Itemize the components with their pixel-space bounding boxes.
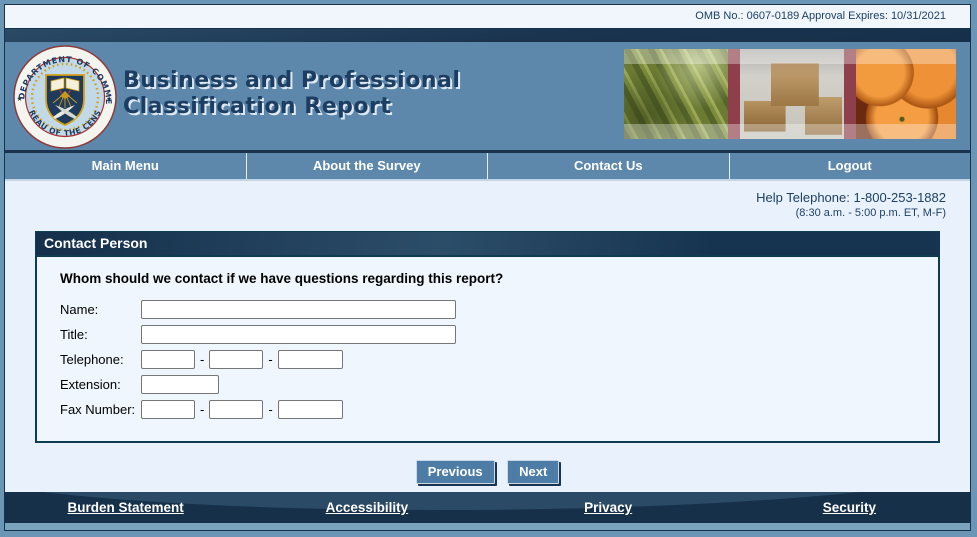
page-title: Business and Professional Classification… bbox=[123, 68, 460, 120]
panel-title: Contact Person bbox=[35, 231, 940, 255]
contact-person-panel: Contact Person Whom should we contact if… bbox=[35, 231, 940, 443]
previous-button[interactable]: Previous bbox=[416, 460, 495, 484]
nav-item-logout[interactable]: Logout bbox=[729, 153, 971, 179]
photo-separator bbox=[844, 49, 856, 139]
dash-separator: - bbox=[200, 402, 204, 417]
dash-separator: - bbox=[268, 352, 272, 367]
seal-icon: U.S. DEPARTMENT OF COMMERCE BUREAU OF TH… bbox=[13, 45, 117, 149]
help-telephone-hours: (8:30 a.m. - 5:00 p.m. ET, M-F) bbox=[5, 207, 946, 219]
footer: Burden Statement Accessibility Privacy S… bbox=[5, 492, 970, 523]
footer-link-burden-statement[interactable]: Burden Statement bbox=[5, 500, 246, 515]
dash-separator: - bbox=[200, 352, 204, 367]
extension-label: Extension: bbox=[60, 377, 141, 392]
form-navigation-buttons: Previous Next bbox=[5, 460, 970, 484]
dash-separator: - bbox=[268, 402, 272, 417]
telephone-prefix-input[interactable] bbox=[209, 350, 263, 369]
header: U.S. DEPARTMENT OF COMMERCE BUREAU OF TH… bbox=[5, 42, 970, 150]
content-area: Help Telephone: 1-800-253-1882 (8:30 a.m… bbox=[5, 181, 970, 492]
fax-label: Fax Number: bbox=[60, 402, 141, 417]
telephone-area-input[interactable] bbox=[141, 350, 195, 369]
fax-line-input[interactable] bbox=[278, 400, 343, 419]
help-telephone-number: Help Telephone: 1-800-253-1882 bbox=[5, 190, 946, 205]
star-icon: ★ bbox=[17, 95, 23, 103]
green-screws-photo bbox=[624, 49, 728, 139]
title-label: Title: bbox=[60, 327, 141, 342]
cardboard-boxes-photo bbox=[740, 49, 844, 139]
omb-text: OMB No.: 0607-0189 Approval Expires: 10/… bbox=[695, 10, 946, 22]
page: OMB No.: 0607-0189 Approval Expires: 10/… bbox=[4, 4, 971, 531]
telephone-row: Telephone: - - bbox=[60, 350, 938, 369]
fax-row: Fax Number: - - bbox=[60, 400, 938, 419]
nav-item-main-menu[interactable]: Main Menu bbox=[5, 153, 246, 179]
telephone-label: Telephone: bbox=[60, 352, 141, 367]
top-navy-band bbox=[5, 29, 970, 42]
extension-row: Extension: bbox=[60, 375, 938, 394]
telephone-line-input[interactable] bbox=[278, 350, 343, 369]
oranges-photo bbox=[856, 49, 956, 139]
nav-item-about-the-survey[interactable]: About the Survey bbox=[246, 153, 488, 179]
omb-bar: OMB No.: 0607-0189 Approval Expires: 10/… bbox=[5, 5, 970, 29]
nav-item-contact-us[interactable]: Contact Us bbox=[487, 153, 729, 179]
main-nav: Main Menu About the Survey Contact Us Lo… bbox=[5, 150, 970, 181]
extension-input[interactable] bbox=[141, 375, 219, 394]
page-title-line2: Classification Report bbox=[123, 94, 460, 120]
help-telephone: Help Telephone: 1-800-253-1882 (8:30 a.m… bbox=[5, 181, 970, 219]
fax-prefix-input[interactable] bbox=[209, 400, 263, 419]
photo-separator bbox=[728, 49, 740, 139]
footer-link-accessibility[interactable]: Accessibility bbox=[246, 500, 487, 515]
footer-link-security[interactable]: Security bbox=[729, 500, 970, 515]
next-button[interactable]: Next bbox=[507, 460, 559, 484]
title-input[interactable] bbox=[141, 325, 456, 344]
name-label: Name: bbox=[60, 302, 141, 317]
header-photo-strip bbox=[624, 49, 956, 139]
star-icon: ★ bbox=[106, 95, 112, 103]
footer-link-privacy[interactable]: Privacy bbox=[488, 500, 729, 515]
title-row: Title: bbox=[60, 325, 938, 344]
contact-question: Whom should we contact if we have questi… bbox=[60, 271, 938, 286]
name-input[interactable] bbox=[141, 300, 456, 319]
name-row: Name: bbox=[60, 300, 938, 319]
page-title-line1: Business and Professional bbox=[123, 68, 460, 94]
fax-area-input[interactable] bbox=[141, 400, 195, 419]
census-bureau-seal-logo: U.S. DEPARTMENT OF COMMERCE BUREAU OF TH… bbox=[13, 45, 117, 149]
panel-body: Whom should we contact if we have questi… bbox=[35, 255, 940, 443]
footer-links: Burden Statement Accessibility Privacy S… bbox=[5, 492, 970, 523]
bottom-strip bbox=[5, 523, 970, 530]
